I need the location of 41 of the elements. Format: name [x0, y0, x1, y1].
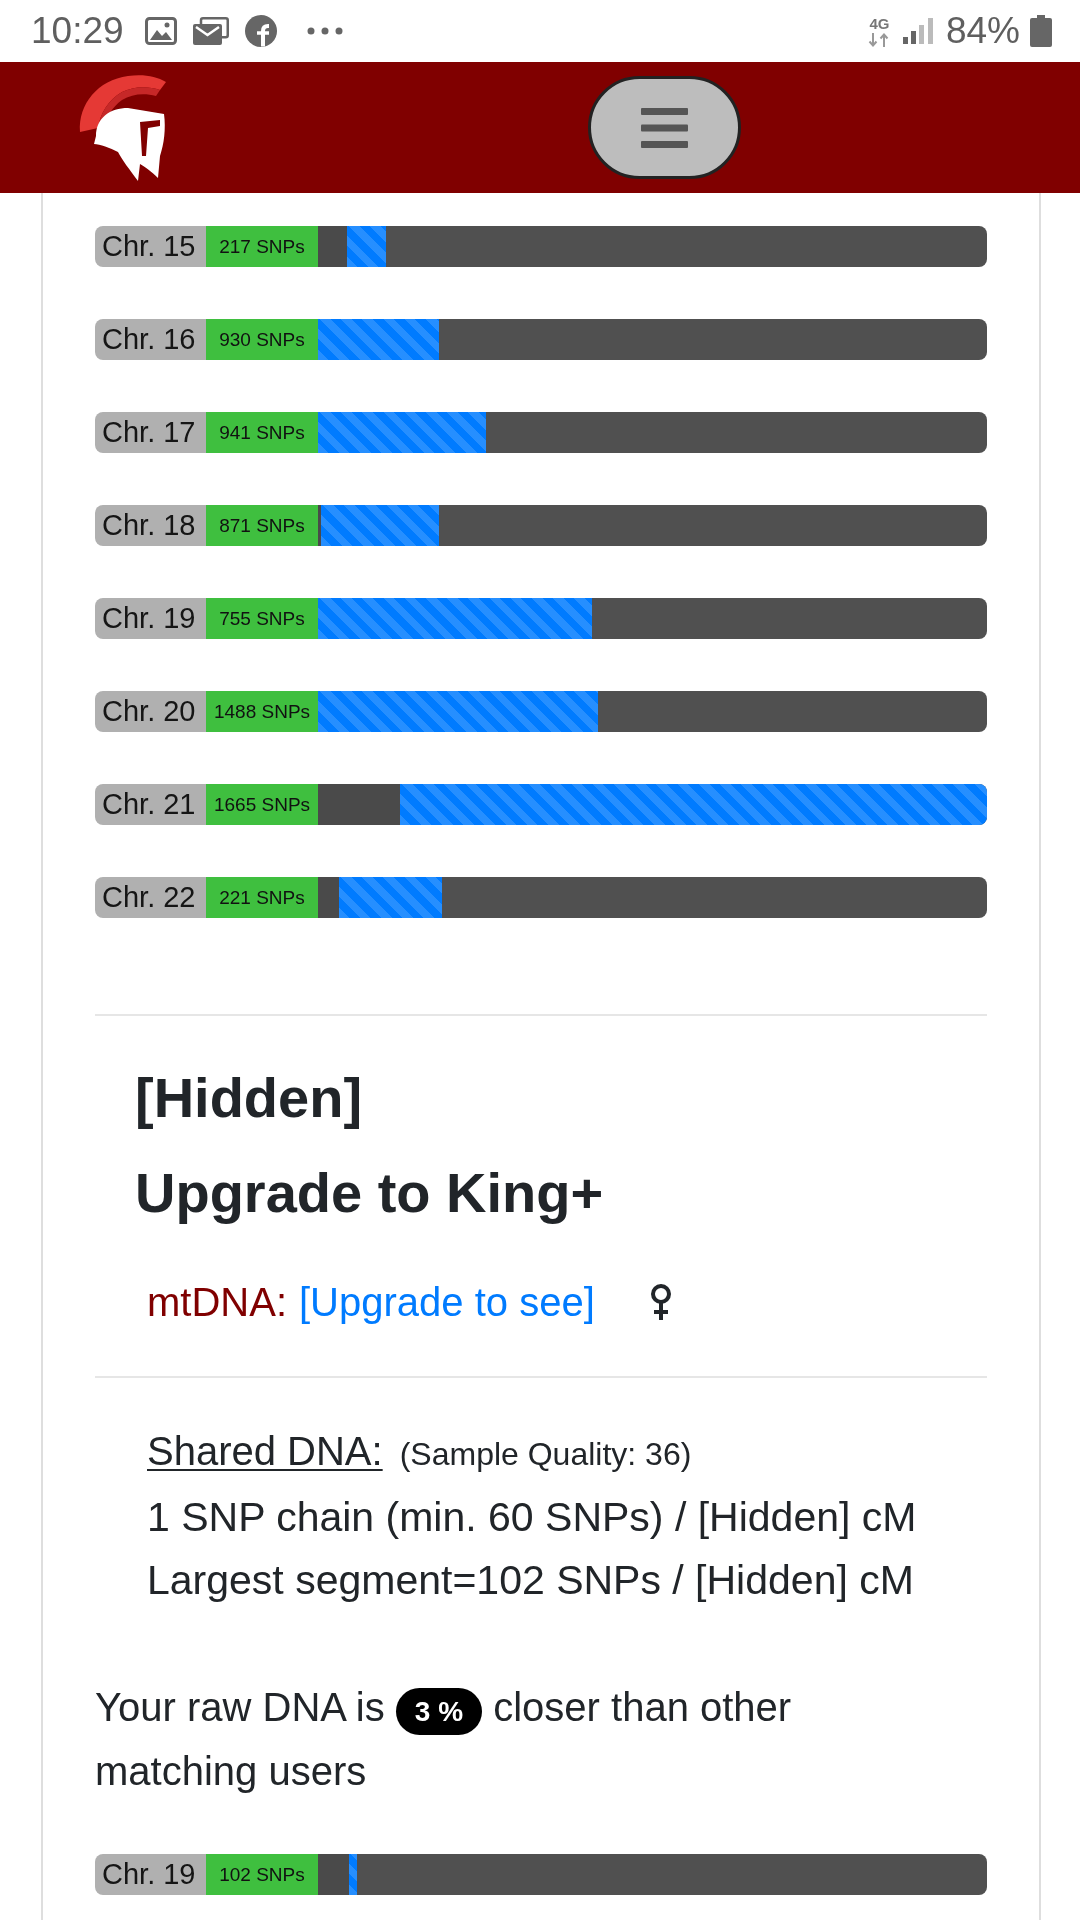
- chromosome-label: Chr. 16: [95, 319, 206, 360]
- chromosome-label: Chr. 20: [95, 691, 206, 732]
- image-icon: [144, 17, 177, 45]
- snp-count: 941 SNPs: [206, 412, 318, 453]
- chromosome-label: Chr. 22: [95, 877, 206, 918]
- mtdna-label: mtDNA:: [147, 1279, 287, 1325]
- battery-icon: [1030, 15, 1052, 47]
- shared-dna-title: Shared DNA:: [147, 1429, 383, 1473]
- chromosome-label: Chr. 21: [95, 784, 206, 825]
- closeness-sentence: Your raw DNA is 3 % closer than other matching users: [95, 1684, 793, 1795]
- upgrade-heading: Upgrade to King+: [135, 1160, 605, 1226]
- snp-count: 217 SNPs: [206, 226, 318, 267]
- more-icon: [306, 27, 343, 35]
- snp-count: 930 SNPs: [206, 319, 318, 360]
- chromosome-label: Chr. 17: [95, 412, 206, 453]
- network-type: 4G: [869, 15, 890, 31]
- signal-icon: [902, 18, 934, 44]
- status-time: 10:29: [31, 10, 124, 52]
- shared-dna-summary: 1 SNP chain (min. 60 SNPs) / [Hidden] cM: [147, 1493, 918, 1542]
- helmet-logo[interactable]: [78, 74, 168, 181]
- snp-count: 1488 SNPs: [206, 691, 318, 732]
- percentage-badge: 3 %: [395, 1688, 483, 1735]
- f-circle-icon: [244, 15, 277, 47]
- data-arrows-icon: [868, 32, 891, 47]
- female-sign-icon: [648, 1284, 673, 1320]
- match-name: [Hidden]: [135, 1065, 364, 1131]
- snp-count: 871 SNPs: [206, 505, 318, 546]
- chromosome-label: Chr. 19: [95, 598, 206, 639]
- snp-count: 102 SNPs: [206, 1854, 318, 1895]
- sample-quality: (Sample Quality: 36): [399, 1436, 692, 1472]
- snp-count: 221 SNPs: [206, 877, 318, 918]
- chromosome-label: Chr. 19: [95, 1854, 206, 1895]
- snp-count: 755 SNPs: [206, 598, 318, 639]
- shared-dna-summary: Largest segment=102 SNPs / [Hidden] cM: [147, 1556, 915, 1605]
- snp-count: 1665 SNPs: [206, 784, 318, 825]
- chromosome-label: Chr. 15: [95, 226, 206, 267]
- chromosome-label: Chr. 18: [95, 505, 206, 546]
- mail-icon: [192, 17, 229, 45]
- menu-icon: [641, 107, 688, 148]
- upgrade-link[interactable]: [Upgrade to see]: [299, 1279, 595, 1325]
- battery-percentage: 84%: [945, 10, 1020, 52]
